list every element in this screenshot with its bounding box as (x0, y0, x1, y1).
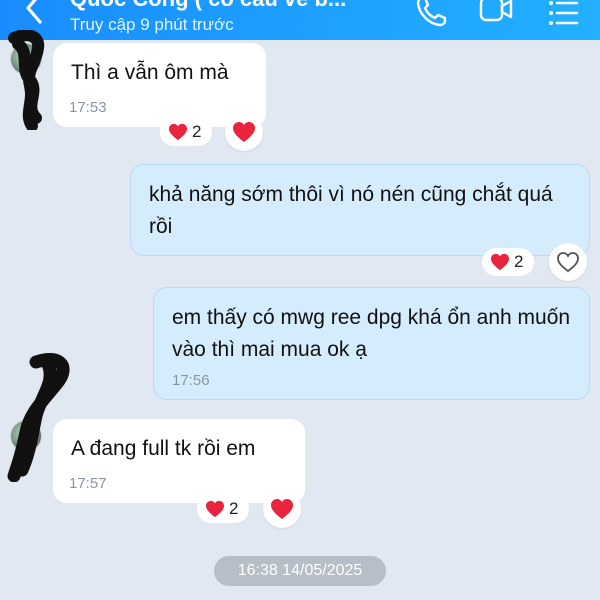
message-time: 17:57 (69, 475, 107, 492)
message-text: A đang full tk rồi em (71, 437, 256, 460)
heart-icon (233, 122, 255, 142)
message-time: 17:53 (69, 99, 107, 116)
contact-name[interactable]: Quốc Công ( cố cầu về b... (70, 0, 346, 12)
voice-call-button[interactable] (413, 0, 449, 30)
message-bubble-outgoing[interactable]: em thấy có mwg ree dpg khá ổn anh muốn v… (153, 287, 590, 400)
message-bubble-incoming[interactable]: A đang full tk rồi em 17:57 (53, 419, 305, 503)
heart-outline-icon (557, 252, 579, 273)
heart-icon (169, 123, 187, 141)
chat-header: Quốc Công ( cố cầu về b... Truy cập 9 ph… (0, 0, 600, 40)
message-text: khả năng sớm thôi vì nó nén cũng chắt qu… (149, 183, 553, 238)
heart-icon (271, 499, 293, 519)
chevron-left-icon (26, 0, 42, 24)
heart-icon (491, 253, 509, 271)
react-button[interactable] (263, 490, 301, 528)
react-button[interactable] (225, 113, 263, 151)
message-text: em thấy có mwg ree dpg khá ổn anh muốn v… (172, 306, 571, 361)
reaction-summary[interactable]: 2 (482, 248, 534, 276)
back-button[interactable] (18, 0, 52, 28)
menu-button[interactable] (545, 0, 581, 30)
message-time: 17:56 (172, 372, 210, 389)
reaction-summary[interactable]: 2 (160, 118, 212, 146)
message-bubble-outgoing[interactable]: khả năng sớm thôi vì nó nén cũng chắt qu… (130, 164, 590, 256)
reaction-count: 2 (192, 122, 202, 141)
heart-icon (206, 500, 224, 518)
list-menu-icon (549, 1, 579, 25)
last-seen-status: Truy cập 9 phút trước (70, 15, 234, 34)
reaction-count: 2 (514, 252, 524, 271)
redaction-scribble (8, 30, 45, 130)
reaction-summary[interactable]: 2 (197, 495, 249, 523)
phone-icon (416, 0, 447, 27)
react-button[interactable] (549, 243, 587, 281)
date-divider: 16:38 14/05/2025 (214, 556, 386, 586)
video-camera-icon (479, 0, 513, 22)
reaction-count: 2 (229, 499, 239, 518)
video-call-button[interactable] (478, 0, 514, 30)
message-text: Thì a vẫn ôm mà (71, 61, 229, 84)
